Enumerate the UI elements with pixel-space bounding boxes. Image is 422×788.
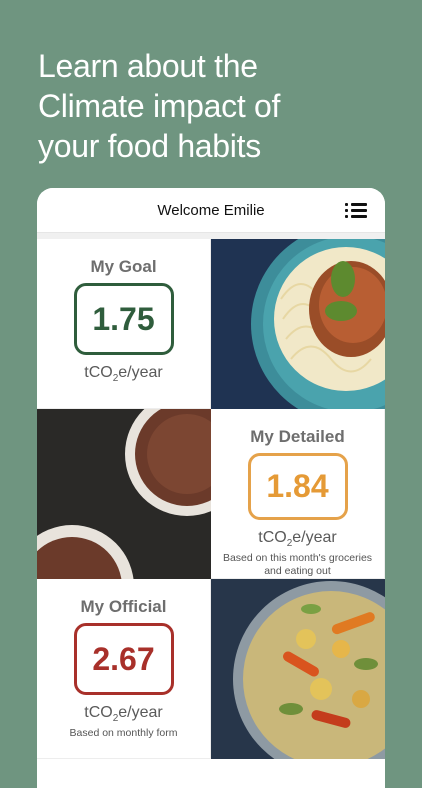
app-header: Welcome Emilie (37, 188, 385, 233)
headline: Learn about the Climate impact of your f… (38, 46, 398, 166)
goal-label: My Goal (90, 257, 157, 276)
headline-line-2: Climate impact of (38, 88, 281, 124)
detailed-value: 1.84 (247, 453, 348, 520)
official-label: My Official (80, 597, 167, 616)
goal-unit: tCO2e/year (84, 364, 163, 385)
vegetable-curry-photo (211, 579, 385, 759)
chocolate-mousse-photo (37, 409, 211, 579)
detailed-note: Based on this month's groceries and eati… (222, 552, 373, 577)
goal-value: 1.75 (73, 283, 174, 355)
detailed-label: My Detailed (250, 427, 345, 446)
welcome-title: Welcome Emilie (157, 201, 265, 219)
goal-card[interactable]: My Goal 1.75 tCO2e/year (37, 239, 211, 409)
official-unit: tCO2e/year (84, 704, 163, 725)
list-menu-icon[interactable] (345, 202, 367, 218)
app-screen: Welcome Emilie My Goal 1.75 tCO2e/year M… (37, 188, 385, 788)
official-note: Based on monthly form (69, 727, 178, 740)
detailed-unit: tCO2e/year (258, 528, 337, 549)
pasta-dish-photo (211, 239, 385, 409)
headline-line-3: your food habits (38, 128, 261, 164)
detailed-card[interactable]: My Detailed 1.84 tCO2e/year Based on thi… (211, 409, 385, 579)
dashboard-grid: My Goal 1.75 tCO2e/year My Detailed 1.84… (37, 239, 385, 759)
official-card[interactable]: My Official 2.67 tCO2e/year Based on mon… (37, 579, 211, 759)
official-value: 2.67 (73, 623, 174, 695)
headline-line-1: Learn about the (38, 48, 258, 84)
